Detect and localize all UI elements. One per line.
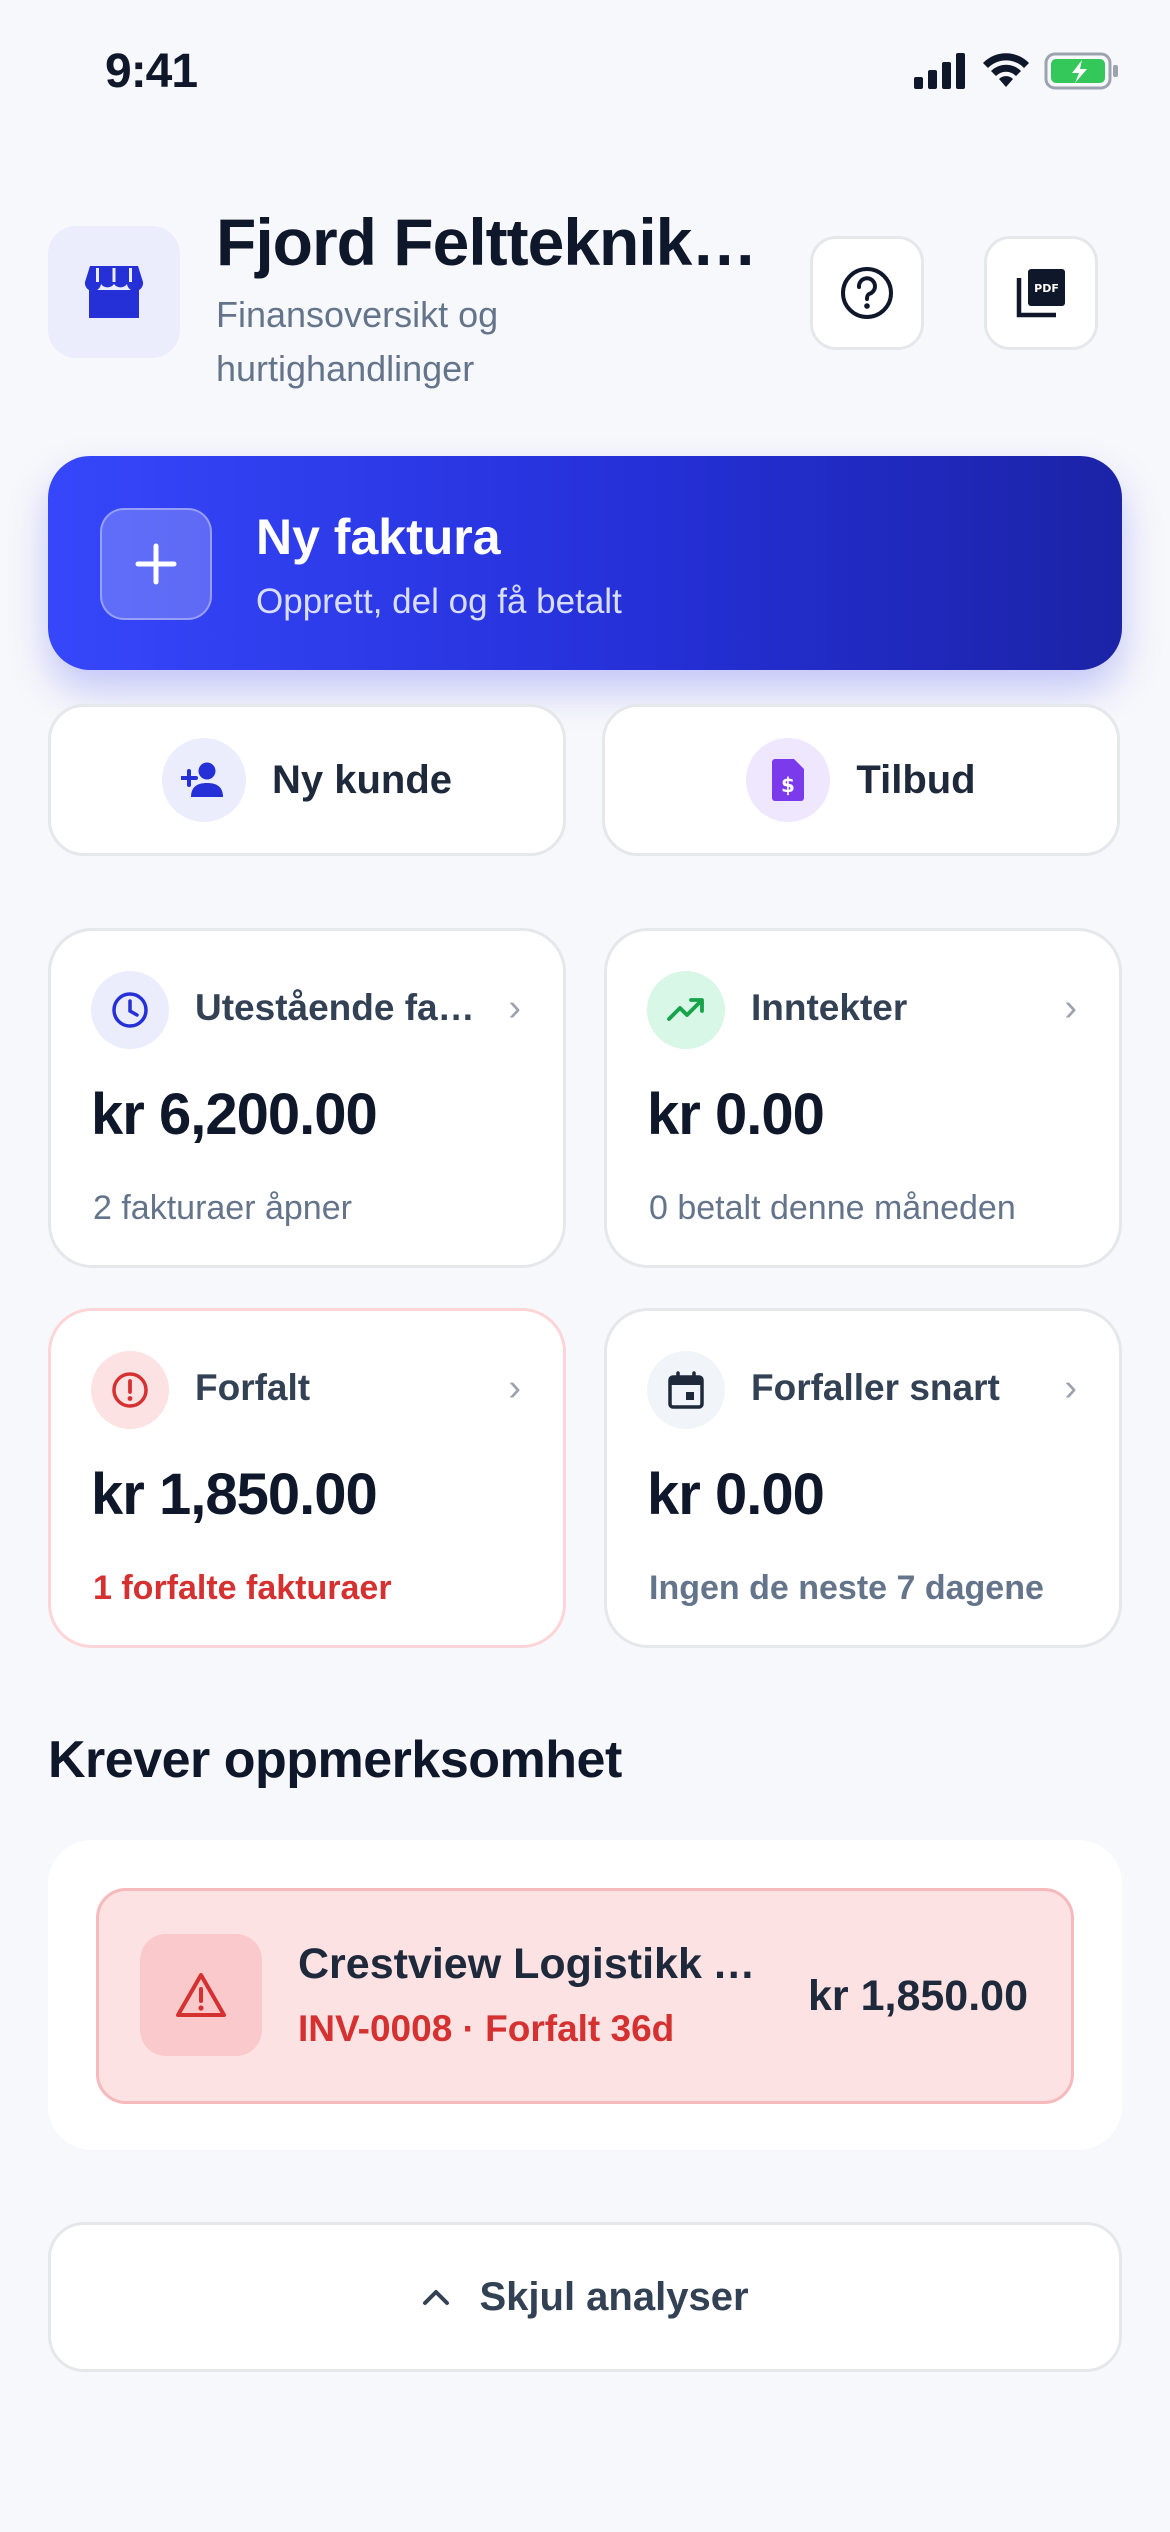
new-invoice-title: Ny faktura bbox=[256, 509, 501, 565]
plus-icon bbox=[100, 508, 212, 620]
cellular-signal-icon bbox=[914, 53, 965, 89]
help-button[interactable] bbox=[810, 236, 924, 350]
estimate-button[interactable]: $ Tilbud bbox=[602, 704, 1120, 856]
alert-circle-icon bbox=[91, 1351, 169, 1429]
attention-amount: kr 1,850.00 bbox=[808, 1972, 1028, 2020]
clock-icon bbox=[91, 971, 169, 1049]
business-name: Fjord Feltteknikk AS bbox=[216, 205, 776, 279]
warning-triangle-icon bbox=[140, 1934, 262, 2056]
chevron-right-icon: › bbox=[1064, 1367, 1077, 1409]
store-avatar bbox=[48, 226, 180, 358]
new-invoice-subtitle: Opprett, del og få betalt bbox=[256, 582, 622, 621]
status-icons bbox=[914, 52, 1120, 90]
add-person-icon bbox=[161, 738, 246, 822]
revenue-sub: 0 betalt denne måneden bbox=[649, 1189, 1016, 1227]
chevron-up-icon bbox=[423, 2290, 450, 2305]
estimate-label: Tilbud bbox=[856, 757, 976, 802]
overdue-amount: kr 1,850.00 bbox=[91, 1462, 378, 1527]
revenue-amount: kr 0.00 bbox=[647, 1082, 825, 1147]
attention-invoice-meta: INV-0008 · Forfalt 36d bbox=[298, 2008, 675, 2049]
due-soon-card[interactable]: Forfaller snart › kr 0.00 Ingen de neste… bbox=[604, 1308, 1122, 1648]
revenue-card[interactable]: Inntekter › kr 0.00 0 betalt denne måned… bbox=[604, 928, 1122, 1268]
storefront-icon bbox=[84, 266, 144, 318]
chevron-right-icon: › bbox=[1064, 987, 1077, 1029]
due-soon-amount: kr 0.00 bbox=[647, 1462, 825, 1527]
svg-text:$: $ bbox=[781, 773, 795, 797]
outstanding-card[interactable]: Utestående fakturaer › kr 6,200.00 2 fak… bbox=[48, 928, 566, 1268]
estimate-document-icon: $ bbox=[746, 738, 831, 822]
outstanding-amount: kr 6,200.00 bbox=[91, 1082, 378, 1147]
help-circle-icon bbox=[841, 267, 893, 319]
outstanding-title: Utestående fakturaer bbox=[195, 987, 485, 1028]
svg-text:PDF: PDF bbox=[1034, 282, 1059, 295]
hide-analytics-label: Skjul analyser bbox=[479, 2274, 749, 2319]
due-soon-title: Forfaller snart bbox=[751, 1367, 1000, 1408]
business-subtitle: Finansoversikt og hurtighandlinger bbox=[216, 294, 499, 389]
attention-customer-name: Crestview Logistikk AS bbox=[298, 1940, 768, 1988]
chevron-right-icon: › bbox=[508, 1367, 521, 1409]
overdue-card[interactable]: Forfalt › kr 1,850.00 1 forfalte faktura… bbox=[48, 1308, 566, 1648]
new-customer-label: Ny kunde bbox=[271, 757, 453, 802]
calendar-icon bbox=[647, 1351, 725, 1429]
wifi-icon bbox=[983, 53, 1029, 87]
battery-charging-icon bbox=[1044, 52, 1118, 90]
revenue-title: Inntekter bbox=[751, 987, 908, 1028]
overdue-sub: 1 forfalte fakturaer bbox=[93, 1569, 392, 1607]
status-time: 9:41 bbox=[105, 45, 198, 98]
chevron-right-icon: › bbox=[508, 987, 521, 1029]
hide-analytics-button[interactable]: Skjul analyser bbox=[48, 2222, 1122, 2372]
new-customer-button[interactable]: Ny kunde bbox=[48, 704, 566, 856]
pdf-icon: PDF bbox=[1016, 269, 1065, 318]
due-soon-sub: Ingen de neste 7 dagene bbox=[649, 1569, 1044, 1607]
outstanding-sub: 2 fakturaer åpner bbox=[93, 1189, 352, 1227]
overdue-title: Forfalt bbox=[195, 1367, 311, 1408]
pdf-export-button[interactable]: PDF bbox=[984, 236, 1098, 350]
attention-heading: Krever oppmerksomhet bbox=[48, 1731, 622, 1789]
trending-up-icon bbox=[647, 971, 725, 1049]
